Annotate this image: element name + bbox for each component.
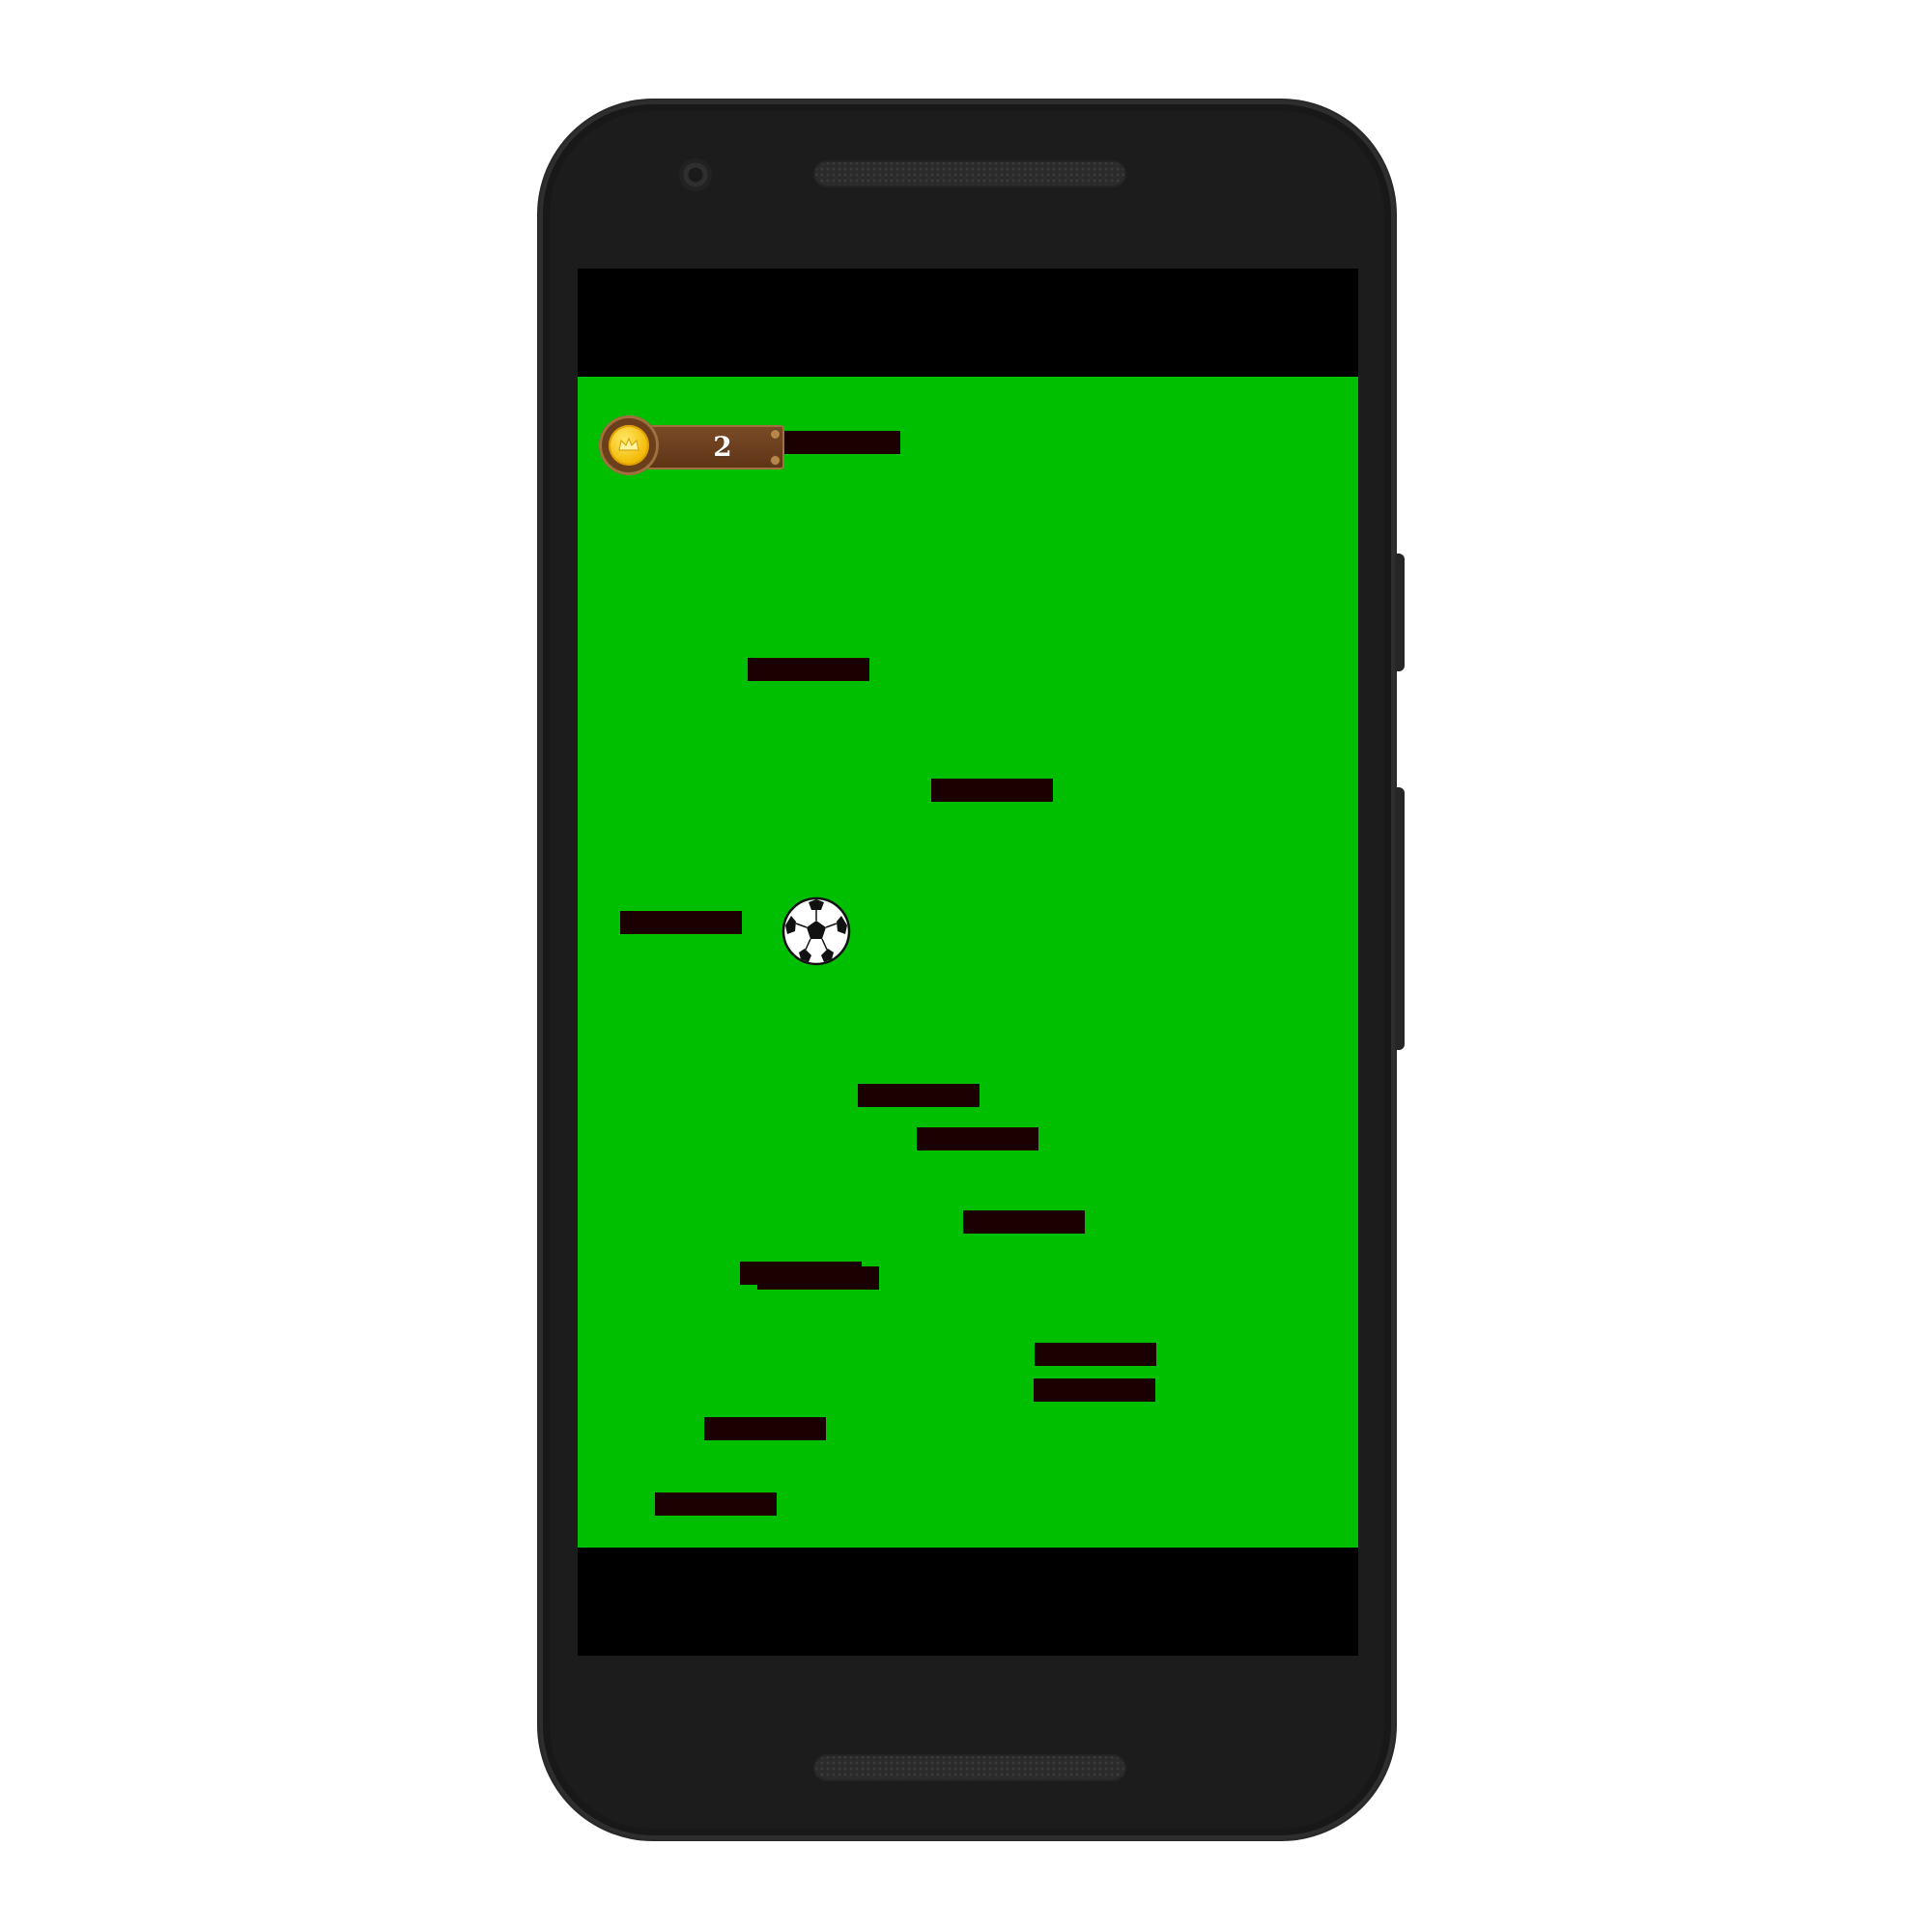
stage: 2 [0, 0, 1932, 1932]
coin-icon [599, 415, 659, 475]
volume-button [1395, 787, 1405, 1050]
platform [858, 1084, 980, 1107]
power-button [1395, 554, 1405, 671]
platform [655, 1492, 777, 1516]
platform [1035, 1343, 1156, 1366]
bottom-speaker [813, 1754, 1126, 1781]
platform [748, 658, 869, 681]
coin-counter-plank: 2 [645, 425, 784, 469]
game-field[interactable]: 2 [578, 377, 1358, 1548]
platform [917, 1127, 1038, 1151]
rivet-icon [770, 429, 781, 440]
coin-count: 2 [713, 431, 732, 463]
coin-face [609, 425, 649, 466]
platform [757, 1266, 879, 1290]
soccer-ball-icon[interactable] [781, 896, 851, 966]
platform [931, 779, 1053, 802]
platform [620, 911, 742, 934]
earpiece-speaker [813, 160, 1126, 187]
crown-icon [618, 437, 639, 451]
front-camera-icon [679, 158, 712, 191]
rivet-icon [770, 455, 781, 466]
coin-counter: 2 [599, 415, 788, 475]
platform [963, 1210, 1085, 1234]
platform [779, 431, 900, 454]
platform [1034, 1378, 1155, 1402]
platform [704, 1417, 826, 1440]
